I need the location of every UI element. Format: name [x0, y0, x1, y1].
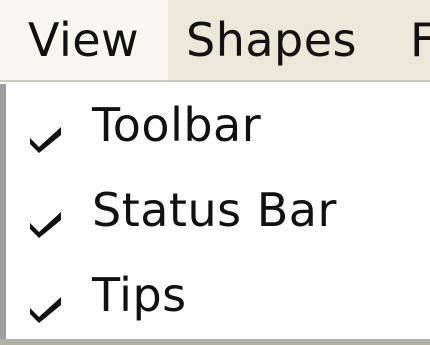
menu-truncated[interactable]: F: [410, 0, 430, 80]
menu-bar: View Shapes F: [0, 0, 430, 82]
menu-shapes-label: Shapes: [186, 13, 358, 67]
menu-item-label: Toolbar: [92, 98, 262, 152]
checkmark-icon: [30, 212, 61, 238]
menu-truncated-label: F: [410, 13, 430, 67]
checkmark-icon: [30, 297, 61, 323]
menu-item-tips[interactable]: Tips: [6, 254, 430, 340]
checkmark-icon: [30, 127, 61, 153]
menu-shapes[interactable]: Shapes: [186, 0, 357, 80]
menu-view-label: View: [28, 13, 140, 67]
menu-bottom-edge: [0, 339, 430, 345]
menu-view[interactable]: View: [0, 0, 168, 80]
menu-item-label: Tips: [92, 268, 187, 322]
menu-item-label: Status Bar: [92, 183, 337, 237]
menu-item-toolbar[interactable]: Toolbar: [6, 84, 430, 170]
menu-item-status-bar[interactable]: Status Bar: [6, 169, 430, 255]
view-dropdown-menu: Toolbar Status Bar Tips: [0, 84, 430, 339]
